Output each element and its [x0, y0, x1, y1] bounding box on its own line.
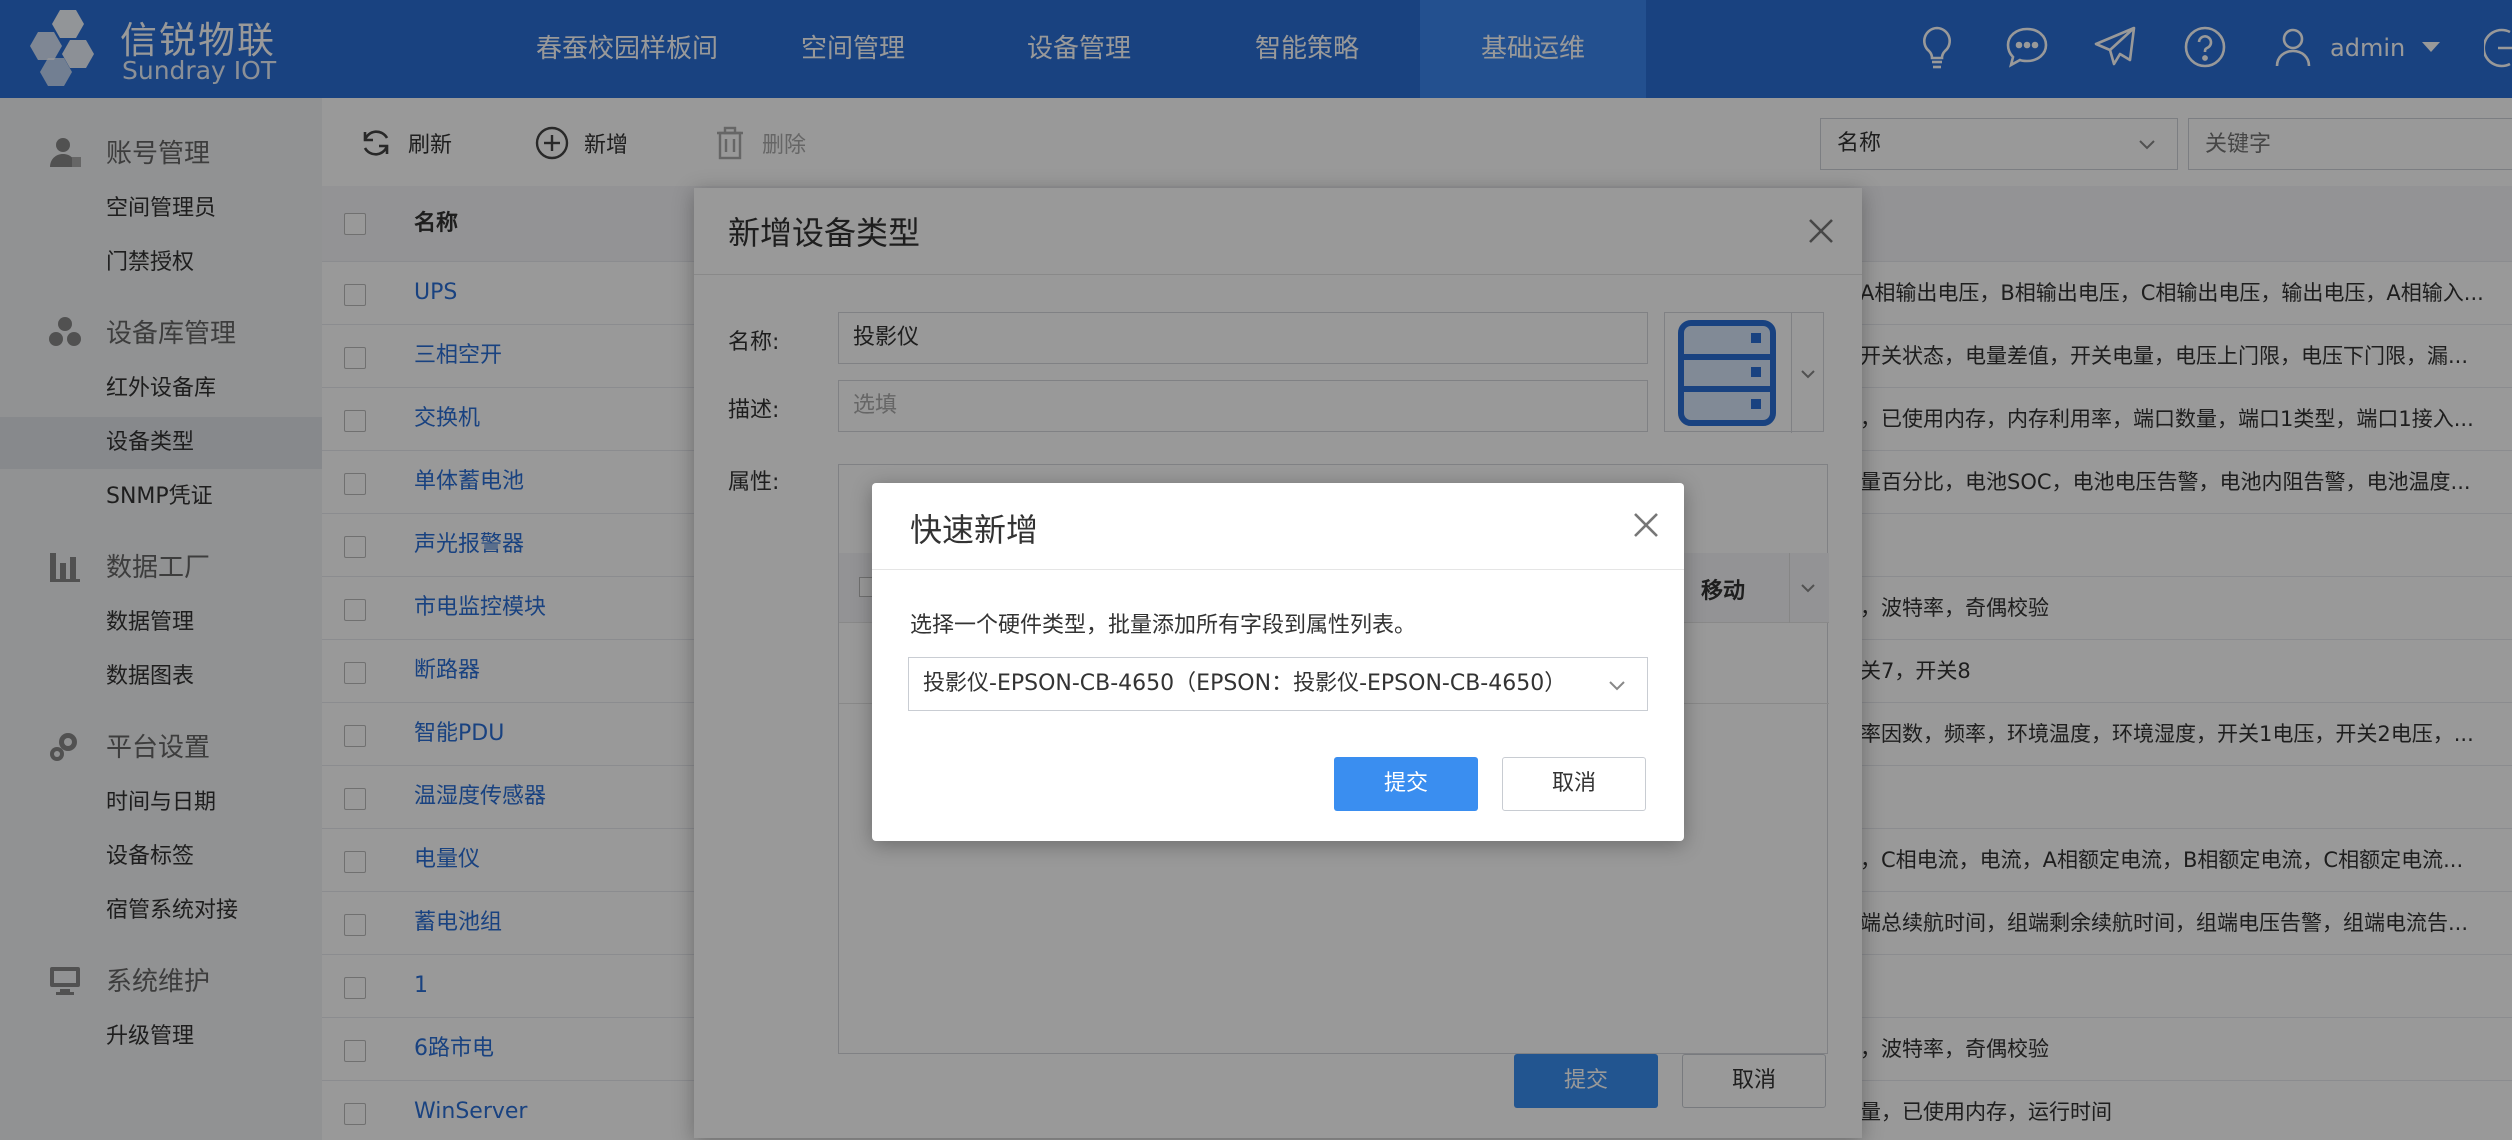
- chevron-down-icon: [1607, 676, 1627, 696]
- dialog-title: 快速新增: [910, 511, 1039, 549]
- hardware-type-select[interactable]: 投影仪-EPSON-CB-4650（EPSON：投影仪-EPSON-CB-465…: [908, 657, 1648, 711]
- close-icon[interactable]: [1630, 509, 1662, 541]
- quick-add-dialog: 快速新增 选择一个硬件类型，批量添加所有字段到属性列表。 投影仪-EPSON-C…: [872, 483, 1684, 841]
- divider: [872, 569, 1684, 570]
- dialog-description: 选择一个硬件类型，批量添加所有字段到属性列表。: [910, 613, 1417, 638]
- hardware-type-value: 投影仪-EPSON-CB-4650（EPSON：投影仪-EPSON-CB-465…: [923, 671, 1567, 696]
- cancel-button[interactable]: 取消: [1502, 757, 1646, 811]
- submit-button[interactable]: 提交: [1334, 757, 1478, 811]
